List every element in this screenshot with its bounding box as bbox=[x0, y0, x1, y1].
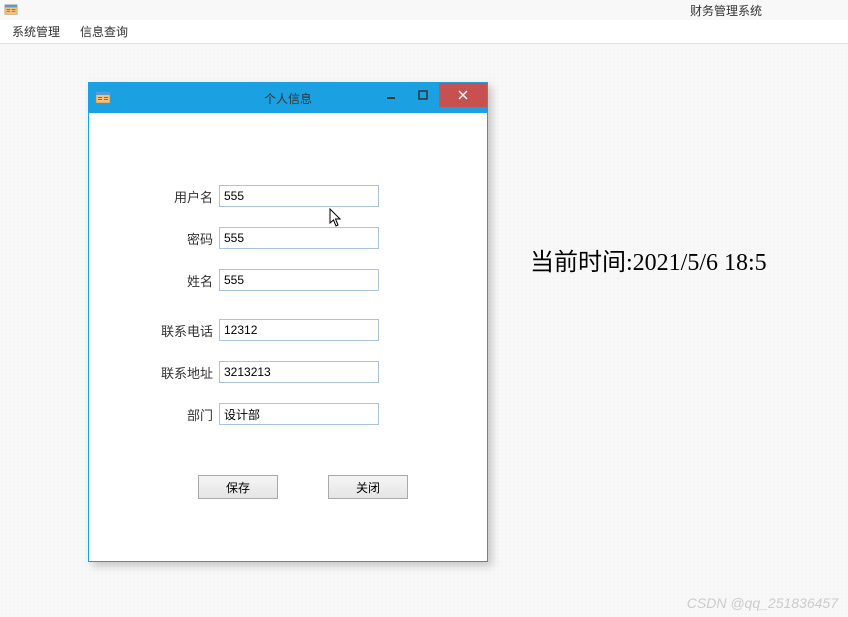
save-button[interactable]: 保存 bbox=[198, 475, 278, 499]
input-phone[interactable] bbox=[219, 319, 379, 341]
dialog-title: 个人信息 bbox=[264, 90, 312, 107]
label-department: 部门 bbox=[119, 405, 219, 424]
label-username: 用户名 bbox=[119, 187, 219, 206]
watermark: CSDN @qq_251836457 bbox=[687, 595, 838, 611]
window-controls bbox=[375, 83, 487, 107]
main-titlebar: 财务管理系统 bbox=[0, 0, 848, 20]
row-address: 联系地址 bbox=[119, 361, 457, 383]
row-department: 部门 bbox=[119, 403, 457, 425]
label-address: 联系地址 bbox=[119, 363, 219, 382]
dialog-icon bbox=[95, 90, 111, 106]
label-password: 密码 bbox=[119, 229, 219, 248]
app-icon bbox=[4, 3, 18, 17]
input-password[interactable] bbox=[219, 227, 379, 249]
menu-info-query[interactable]: 信息查询 bbox=[80, 23, 128, 40]
input-username[interactable] bbox=[219, 185, 379, 207]
personal-info-dialog: 个人信息 用户名 bbox=[88, 82, 488, 562]
label-name: 姓名 bbox=[119, 271, 219, 290]
minimize-button[interactable] bbox=[375, 83, 407, 107]
main-window: 财务管理系统 系统管理 信息查询 当前时间:2021/5/6 18:5 个人信息 bbox=[0, 0, 848, 617]
close-button[interactable] bbox=[439, 83, 487, 107]
maximize-button[interactable] bbox=[407, 83, 439, 107]
input-name[interactable] bbox=[219, 269, 379, 291]
main-window-title: 财务管理系统 bbox=[690, 2, 762, 19]
row-password: 密码 bbox=[119, 227, 457, 249]
row-phone: 联系电话 bbox=[119, 319, 457, 341]
input-address[interactable] bbox=[219, 361, 379, 383]
menubar: 系统管理 信息查询 bbox=[0, 20, 848, 44]
input-department[interactable] bbox=[219, 403, 379, 425]
content-area: 当前时间:2021/5/6 18:5 个人信息 bbox=[0, 44, 848, 617]
button-row: 保存 关闭 bbox=[119, 475, 457, 499]
menu-system-manage[interactable]: 系统管理 bbox=[12, 23, 60, 40]
dialog-body: 用户名 密码 姓名 联系电话 联系地址 bbox=[89, 113, 487, 519]
current-time-label: 当前时间:2021/5/6 18:5 bbox=[530, 242, 767, 277]
close-dialog-button[interactable]: 关闭 bbox=[328, 475, 408, 499]
dialog-titlebar[interactable]: 个人信息 bbox=[89, 83, 487, 113]
row-username: 用户名 bbox=[119, 185, 457, 207]
row-name: 姓名 bbox=[119, 269, 457, 291]
label-phone: 联系电话 bbox=[119, 321, 219, 340]
